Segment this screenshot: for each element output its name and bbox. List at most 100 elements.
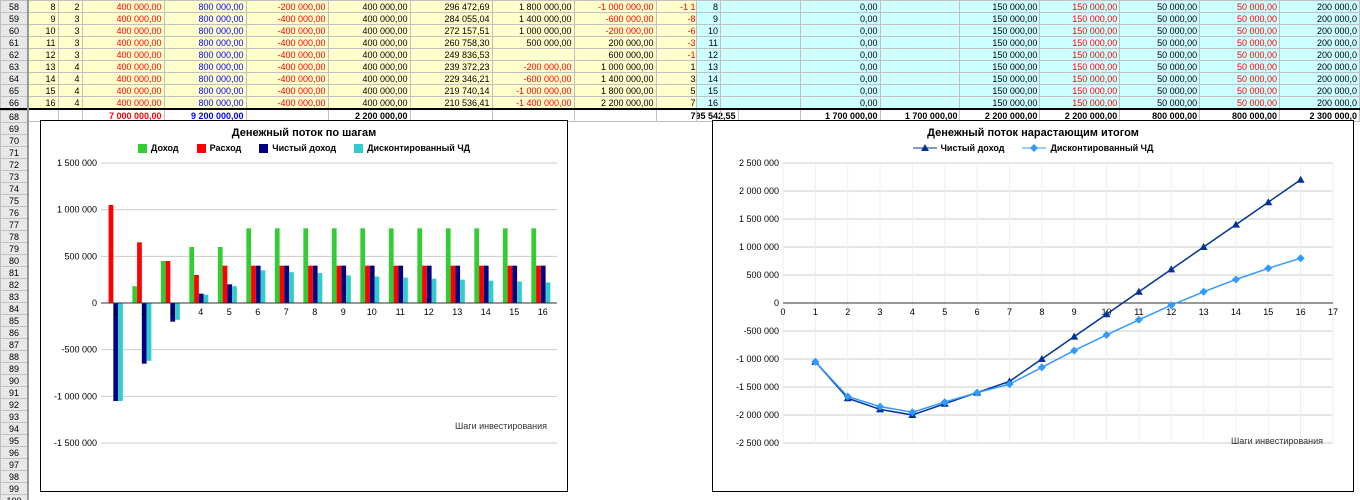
data-cell[interactable]: 800 000,00 xyxy=(164,25,246,37)
data-cell[interactable] xyxy=(880,49,960,61)
data-cell[interactable]: 150 000,00 xyxy=(960,73,1040,85)
data-cell[interactable]: 1 000 000,00 xyxy=(492,25,574,37)
data-cell[interactable]: 2 200 000,00 xyxy=(574,97,656,110)
step-num[interactable]: 13 xyxy=(697,61,721,73)
left-data-table[interactable]: 5882400 000,00800 000,00-200 000,00400 0… xyxy=(0,0,739,122)
right-data-table[interactable]: 80,00150 000,00150 000,0050 000,0050 000… xyxy=(696,0,1360,122)
group-num[interactable]: 3 xyxy=(58,13,82,25)
data-cell[interactable]: 800 000,00 xyxy=(164,73,246,85)
data-cell[interactable]: 0,00 xyxy=(800,97,880,110)
step-num[interactable]: 12 xyxy=(697,49,721,61)
data-cell[interactable]: 50 000,00 xyxy=(1120,13,1200,25)
data-cell[interactable]: 150 000,00 xyxy=(1040,13,1120,25)
data-cell[interactable]: 150 000,00 xyxy=(960,37,1040,49)
data-cell[interactable]: 200 000,0 xyxy=(1280,25,1360,37)
data-cell[interactable]: 229 346,21 xyxy=(410,73,492,85)
data-cell[interactable]: 150 000,00 xyxy=(1040,25,1120,37)
data-cell[interactable]: 0,00 xyxy=(800,25,880,37)
data-cell[interactable]: 200 000,00 xyxy=(574,37,656,49)
group-num[interactable]: 4 xyxy=(58,85,82,97)
data-cell[interactable]: 200 000,0 xyxy=(1280,1,1360,13)
data-cell[interactable]: 50 000,00 xyxy=(1120,49,1200,61)
data-cell[interactable] xyxy=(880,25,960,37)
step-num[interactable]: 16 xyxy=(28,97,58,110)
data-cell[interactable]: 400 000,00 xyxy=(328,25,410,37)
data-cell[interactable]: 50 000,00 xyxy=(1200,61,1280,73)
group-num[interactable]: 3 xyxy=(58,49,82,61)
data-cell[interactable]: 400 000,00 xyxy=(82,25,164,37)
data-cell[interactable]: -1 400 000,00 xyxy=(492,97,574,110)
group-num[interactable]: 3 xyxy=(58,25,82,37)
data-cell[interactable]: 272 157,51 xyxy=(410,25,492,37)
data-cell[interactable]: 219 740,14 xyxy=(410,85,492,97)
data-cell[interactable]: 400 000,00 xyxy=(328,73,410,85)
step-num[interactable]: 16 xyxy=(697,97,721,110)
data-cell[interactable] xyxy=(880,85,960,97)
step-num[interactable]: 11 xyxy=(697,37,721,49)
data-cell[interactable]: -200 000,00 xyxy=(492,61,574,73)
data-cell[interactable]: 400 000,00 xyxy=(328,97,410,110)
data-cell[interactable] xyxy=(720,61,800,73)
step-num[interactable]: 15 xyxy=(697,85,721,97)
data-cell[interactable] xyxy=(880,13,960,25)
data-cell[interactable]: -400 000,00 xyxy=(246,61,328,73)
data-cell[interactable]: 50 000,00 xyxy=(1200,97,1280,110)
data-cell[interactable]: 400 000,00 xyxy=(328,85,410,97)
data-cell[interactable]: 400 000,00 xyxy=(82,1,164,13)
data-cell[interactable]: 800 000,00 xyxy=(164,13,246,25)
data-cell[interactable]: 200 000,0 xyxy=(1280,85,1360,97)
data-cell[interactable]: 400 000,00 xyxy=(82,85,164,97)
data-cell[interactable]: 150 000,00 xyxy=(1040,49,1120,61)
data-cell[interactable]: -1 000 000,00 xyxy=(492,85,574,97)
data-cell[interactable]: 200 000,0 xyxy=(1280,61,1360,73)
data-cell[interactable]: 400 000,00 xyxy=(82,37,164,49)
data-cell[interactable]: -1 000 000,00 xyxy=(574,1,656,13)
data-cell[interactable]: 50 000,00 xyxy=(1200,1,1280,13)
data-cell[interactable]: -400 000,00 xyxy=(246,13,328,25)
data-cell[interactable]: 200 000,0 xyxy=(1280,49,1360,61)
data-cell[interactable] xyxy=(880,37,960,49)
data-cell[interactable] xyxy=(720,85,800,97)
data-cell[interactable]: 150 000,00 xyxy=(960,49,1040,61)
total-cell[interactable] xyxy=(574,109,656,122)
data-cell[interactable]: 1 000 000,00 xyxy=(574,61,656,73)
group-num[interactable]: 3 xyxy=(58,37,82,49)
data-cell[interactable]: 800 000,00 xyxy=(164,97,246,110)
data-cell[interactable]: 400 000,00 xyxy=(82,61,164,73)
step-num[interactable]: 13 xyxy=(28,61,58,73)
data-cell[interactable] xyxy=(880,97,960,110)
data-cell[interactable]: 150 000,00 xyxy=(960,1,1040,13)
data-cell[interactable]: 400 000,00 xyxy=(328,49,410,61)
data-cell[interactable]: 800 000,00 xyxy=(164,61,246,73)
data-cell[interactable]: 50 000,00 xyxy=(1120,73,1200,85)
step-num[interactable]: 12 xyxy=(28,49,58,61)
data-cell[interactable]: 50 000,00 xyxy=(1120,25,1200,37)
data-cell[interactable]: -200 000,00 xyxy=(574,25,656,37)
data-cell[interactable]: 500 000,00 xyxy=(492,37,574,49)
data-cell[interactable]: 50 000,00 xyxy=(1200,73,1280,85)
data-cell[interactable]: 400 000,00 xyxy=(82,97,164,110)
group-num[interactable]: 4 xyxy=(58,61,82,73)
data-cell[interactable]: 200 000,0 xyxy=(1280,37,1360,49)
step-num[interactable]: 10 xyxy=(28,25,58,37)
data-cell[interactable]: 1 400 000,00 xyxy=(492,13,574,25)
data-cell[interactable]: -400 000,00 xyxy=(246,97,328,110)
data-cell[interactable]: 1 800 000,00 xyxy=(492,1,574,13)
data-cell[interactable]: 0,00 xyxy=(800,37,880,49)
data-cell[interactable]: 150 000,00 xyxy=(1040,85,1120,97)
data-cell[interactable]: -400 000,00 xyxy=(246,25,328,37)
data-cell[interactable]: 150 000,00 xyxy=(960,25,1040,37)
data-cell[interactable]: 150 000,00 xyxy=(1040,37,1120,49)
data-cell[interactable]: 150 000,00 xyxy=(960,85,1040,97)
data-cell[interactable]: 800 000,00 xyxy=(164,37,246,49)
data-cell[interactable]: 200 000,0 xyxy=(1280,13,1360,25)
data-cell[interactable]: 150 000,00 xyxy=(1040,61,1120,73)
data-cell[interactable]: 800 000,00 xyxy=(164,1,246,13)
step-num[interactable]: 9 xyxy=(28,13,58,25)
data-cell[interactable]: 400 000,00 xyxy=(328,1,410,13)
data-cell[interactable]: 400 000,00 xyxy=(82,49,164,61)
data-cell[interactable]: 50 000,00 xyxy=(1200,85,1280,97)
step-num[interactable]: 15 xyxy=(28,85,58,97)
data-cell[interactable]: 150 000,00 xyxy=(960,97,1040,110)
data-cell[interactable]: 50 000,00 xyxy=(1200,37,1280,49)
